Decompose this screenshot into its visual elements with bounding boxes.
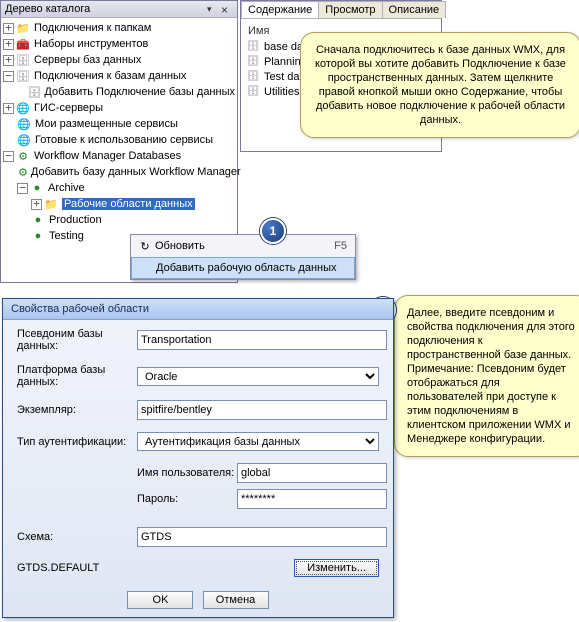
toolbox-icon: 🧰 — [15, 37, 31, 51]
ok-button[interactable]: OK — [127, 591, 193, 609]
tab-description[interactable]: Описание — [382, 1, 447, 18]
database-icon: 🗄 — [15, 69, 31, 83]
catalog-tree[interactable]: +📁Подключения к папкам +🧰Наборы инструме… — [1, 18, 237, 246]
close-icon[interactable] — [221, 3, 233, 15]
cancel-button[interactable]: Отмена — [203, 591, 269, 609]
tree-item[interactable]: Подключения к папкам — [34, 22, 151, 34]
tree-item[interactable]: Workflow Manager Databases — [34, 150, 181, 162]
wmdb-add-icon: ⚙ — [18, 165, 28, 179]
default-schema: GTDS.DEFAULT — [17, 562, 137, 574]
catalog-title-bar: Дерево каталога — [1, 1, 237, 18]
step-badge-1: 1 — [260, 218, 286, 244]
tree-item-selected[interactable]: Рабочие области данных — [62, 198, 195, 210]
tree-item[interactable]: Добавить Подключение базы данных — [44, 86, 235, 98]
refresh-icon: ↻ — [135, 240, 155, 253]
ctx-refresh[interactable]: ↻ Обновить F5 — [131, 235, 355, 257]
label-auth: Тип аутентификации: — [17, 436, 137, 448]
wmdb-node-icon: ● — [30, 229, 46, 243]
callout-step1: Сначала подключитесь к базе данных WMX, … — [300, 32, 579, 138]
tree-item[interactable]: Наборы инструментов — [34, 38, 148, 50]
label-alias: Псевдоним базы данных: — [17, 328, 137, 352]
folder-icon: 📁 — [15, 21, 31, 35]
globe-icon: 🌐 — [16, 117, 32, 131]
dialog-title: Свойства рабочей области — [3, 299, 393, 320]
tree-item[interactable]: Мои размещенные сервисы — [35, 118, 178, 130]
alias-field[interactable] — [137, 330, 387, 350]
label-instance: Экземпляр: — [17, 404, 137, 416]
label-schema: Схема: — [17, 531, 137, 543]
globe-icon: 🌐 — [15, 101, 31, 115]
pin-icon[interactable] — [207, 3, 219, 15]
tree-item[interactable]: Archive — [48, 182, 85, 194]
shortcut: F5 — [334, 240, 351, 252]
tab-contents[interactable]: Содержание — [241, 1, 319, 18]
tree-item[interactable]: Добавить базу данных Workflow Manager — [31, 166, 241, 178]
change-button[interactable]: Изменить... — [294, 559, 379, 577]
schema-field — [137, 527, 387, 547]
folder-icon: 📁 — [43, 197, 59, 211]
platform-select[interactable]: Oracle — [137, 367, 379, 386]
label-password: Пароль: — [137, 493, 237, 505]
context-menu: ↻ Обновить F5 Добавить рабочую область д… — [130, 234, 356, 280]
password-field[interactable] — [237, 489, 387, 509]
catalog-title: Дерево каталога — [5, 3, 90, 15]
globe-icon: 🌐 — [16, 133, 32, 147]
wmdb-icon: ⚙ — [15, 149, 31, 163]
server-icon: 🗄 — [15, 53, 31, 67]
username-field[interactable] — [237, 463, 387, 483]
instance-field[interactable] — [137, 400, 387, 420]
auth-select[interactable]: Аутентификация базы данных — [137, 432, 379, 451]
workspace-properties-dialog: Свойства рабочей области Псевдоним базы … — [2, 298, 394, 618]
tree-item[interactable]: Testing — [49, 230, 84, 242]
wmdb-node-icon: ● — [30, 213, 46, 227]
tab-preview[interactable]: Просмотр — [318, 1, 382, 18]
label-user: Имя пользователя: — [137, 467, 237, 479]
tree-item[interactable]: Подключения к базам данных — [34, 70, 186, 82]
label-platform: Платформа базы данных: — [17, 364, 137, 388]
database-add-icon: 🗄 — [27, 85, 41, 99]
tree-item[interactable]: Готовые к использованию сервисы — [35, 134, 213, 146]
tree-item[interactable]: Серверы баз данных — [34, 54, 141, 66]
callout-step2: Далее, введите псевдоним и свойства подк… — [394, 295, 579, 457]
ctx-add-workspace[interactable]: Добавить рабочую область данных — [131, 257, 355, 279]
wmdb-node-icon: ● — [29, 181, 45, 195]
tree-item[interactable]: ГИС-серверы — [34, 102, 103, 114]
tree-item[interactable]: Production — [49, 214, 102, 226]
